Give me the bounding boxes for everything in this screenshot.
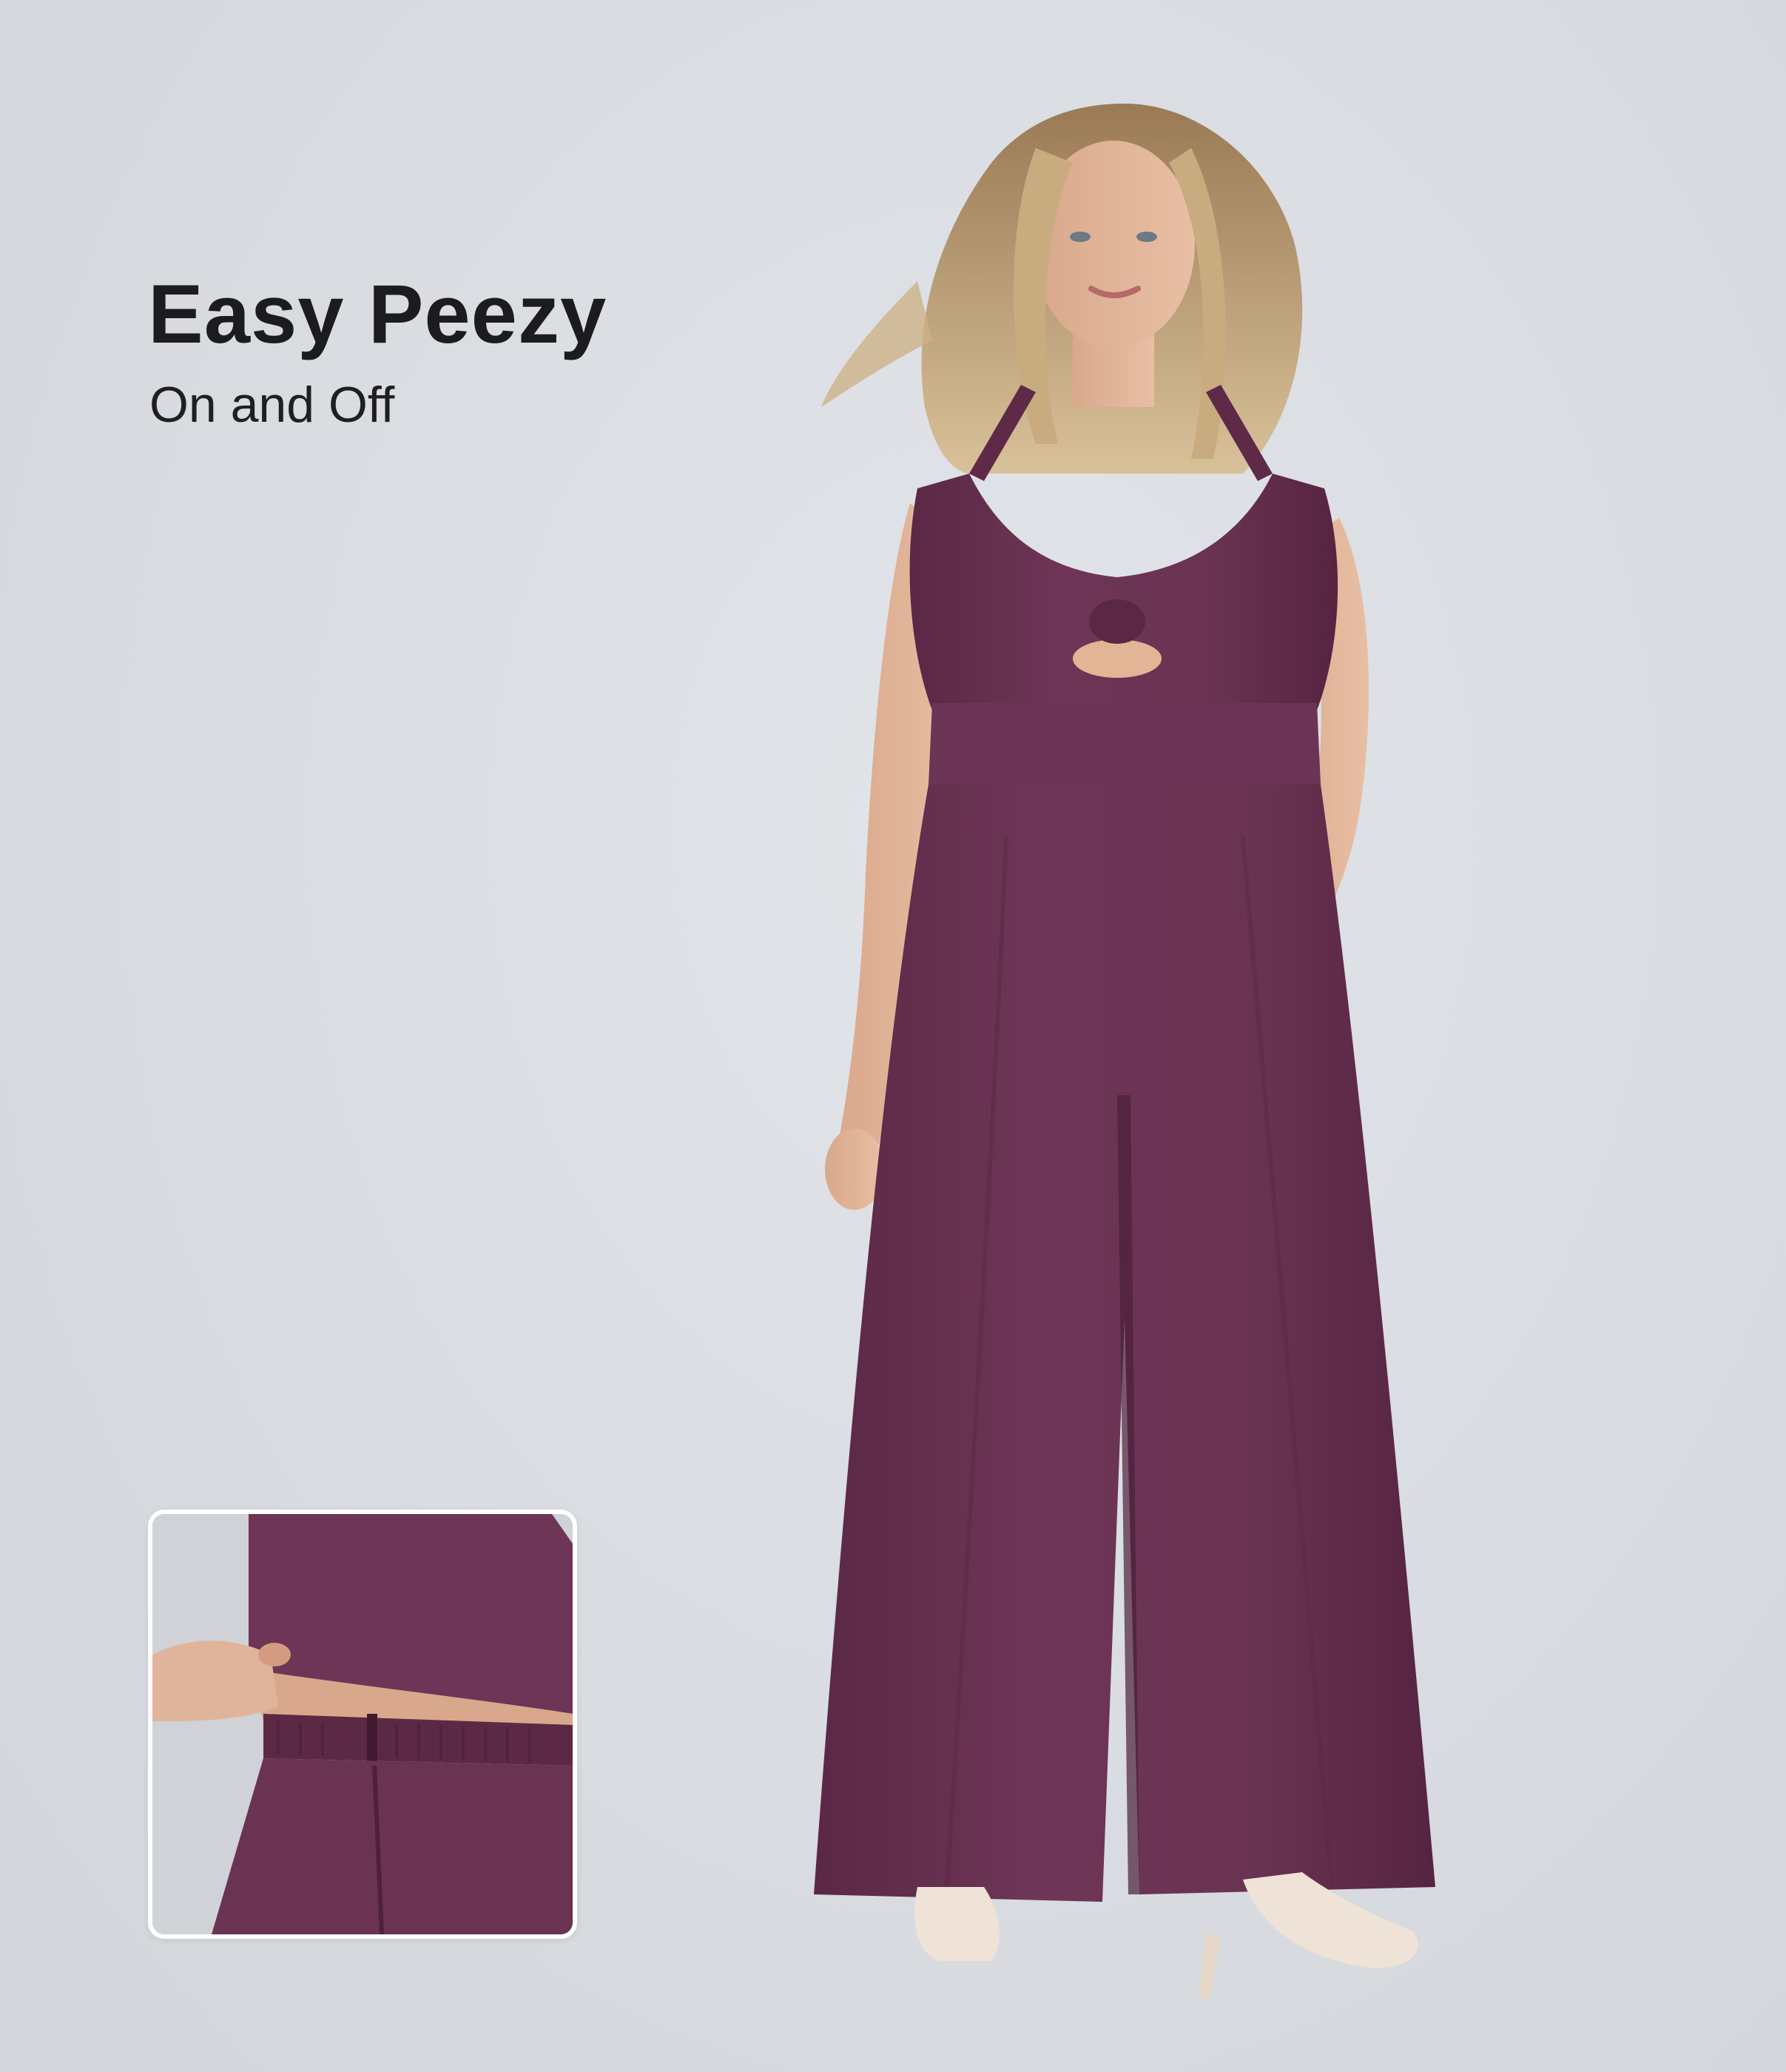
detail-inset <box>148 1510 577 1939</box>
headline: Easy Peezy <box>148 268 607 360</box>
model-photo <box>814 104 1435 1999</box>
subheadline: On and Off <box>149 377 395 433</box>
waistband-detail-image <box>152 1514 573 1934</box>
